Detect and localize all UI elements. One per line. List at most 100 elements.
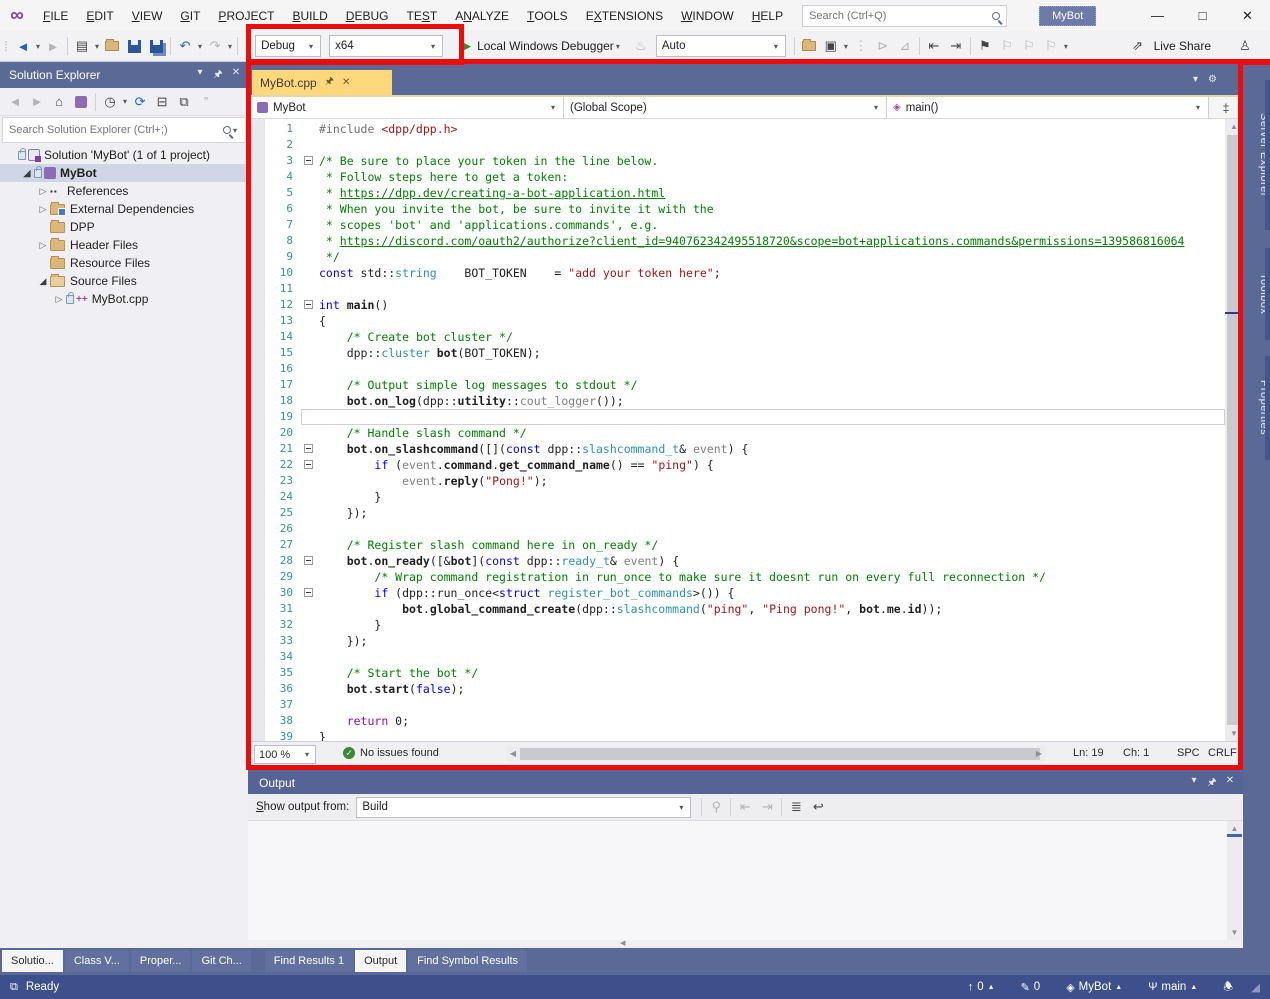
- navigate-back-dropdown[interactable]: ▾: [36, 42, 40, 51]
- tree-item-references[interactable]: ▷▪▪References: [0, 182, 248, 200]
- menu-file[interactable]: FILE: [34, 0, 77, 31]
- tree-item-resource-files[interactable]: Resource Files: [0, 254, 248, 272]
- se-home-icon[interactable]: ⌂: [48, 91, 70, 113]
- expand-arrow-icon[interactable]: ▷: [36, 204, 50, 215]
- quick-search-input[interactable]: [809, 10, 992, 22]
- tree-item-source-files[interactable]: ◢Source Files: [0, 272, 248, 290]
- solution-home-icon[interactable]: ▣: [820, 35, 842, 57]
- output-titlebar[interactable]: Output ▾ 🖈 ✕: [248, 772, 1243, 794]
- tool-tab-find-symbol-results[interactable]: Find Symbol Results: [408, 950, 527, 972]
- menu-test[interactable]: TEST: [397, 0, 446, 31]
- tool-tab-proper-[interactable]: Proper...: [131, 950, 191, 972]
- tree-item-header-files[interactable]: ▷Header Files: [0, 236, 248, 254]
- pin-icon[interactable]: 🖈: [1203, 775, 1221, 792]
- bookmark-dropdown[interactable]: ▾: [1064, 42, 1068, 51]
- solution-explorer-search-input[interactable]: [9, 124, 223, 136]
- maximize-button[interactable]: □: [1180, 0, 1225, 31]
- auto-combo[interactable]: Auto▾: [656, 35, 786, 57]
- previous-bookmark-icon[interactable]: ⚐: [996, 35, 1018, 57]
- repository-button[interactable]: ◈ MyBot ▲: [1066, 981, 1122, 994]
- close-icon[interactable]: ✕: [1221, 775, 1239, 792]
- scroll-left-icon[interactable]: ◀: [620, 940, 625, 948]
- type-scope-combo[interactable]: (Global Scope)▾: [564, 97, 887, 118]
- menu-help[interactable]: HELP: [743, 0, 792, 31]
- open-file-icon[interactable]: [101, 35, 123, 57]
- output-source-combo[interactable]: Build▾: [356, 797, 691, 818]
- pending-edits-button[interactable]: ✎ 0: [1021, 981, 1041, 994]
- output-horizontal-scrollbar[interactable]: ◀: [248, 940, 1243, 948]
- configuration-combo[interactable]: Debug▾: [255, 35, 321, 57]
- tree-item-mybot-cpp[interactable]: ▷++MyBot.cpp: [0, 290, 248, 308]
- editor-settings-gear-icon[interactable]: ⚙: [1208, 74, 1217, 85]
- comment-link[interactable]: https://discord.com/oauth2/authorize?cli…: [340, 234, 1185, 248]
- find-message-icon[interactable]: ⚲: [705, 796, 727, 818]
- menu-edit[interactable]: EDIT: [77, 0, 122, 31]
- tool-tab-class-v-[interactable]: Class V...: [65, 950, 129, 972]
- account-button[interactable]: MyBot: [1039, 6, 1096, 26]
- menu-tools[interactable]: TOOLS: [518, 0, 577, 31]
- indent-decrease-icon[interactable]: ⇤: [923, 35, 945, 57]
- output-content[interactable]: ▲ ▼: [248, 821, 1243, 940]
- project-scope-combo[interactable]: MyBot▾: [251, 97, 564, 118]
- redo-dropdown[interactable]: ▾: [228, 42, 232, 51]
- expand-arrow-icon[interactable]: ▷: [36, 186, 50, 197]
- clear-all-icon[interactable]: ≣: [785, 796, 807, 818]
- se-collapse-all-icon[interactable]: ⊟: [151, 91, 173, 113]
- collapse-arrow-icon[interactable]: ◢: [36, 276, 50, 287]
- eol-indicator[interactable]: CRLF: [1208, 747, 1237, 759]
- clear-bookmarks-icon[interactable]: ⚐: [1040, 35, 1062, 57]
- start-debugging-label[interactable]: Local Windows Debugger: [477, 39, 614, 53]
- panel-options-icon[interactable]: ▾: [191, 67, 209, 84]
- tool-tab-output[interactable]: Output: [355, 950, 406, 972]
- word-wrap-icon[interactable]: ↩: [807, 796, 829, 818]
- member-scope-combo[interactable]: ◈ main()▾: [887, 97, 1209, 118]
- platform-combo[interactable]: x64▾: [329, 35, 443, 57]
- menu-build[interactable]: BUILD: [283, 0, 336, 31]
- quick-search-box[interactable]: [802, 5, 1007, 27]
- tree-item-mybot[interactable]: ◢MyBot: [0, 164, 248, 182]
- live-share-icon[interactable]: ⇗: [1127, 35, 1149, 57]
- code-editor[interactable]: 1#include <dpp/dpp.h>23/* Be sure to pla…: [251, 119, 1243, 741]
- editor-vertical-scrollbar[interactable]: ▲ ▼: [1225, 119, 1243, 741]
- navigate-forward-icon[interactable]: ►: [42, 35, 64, 57]
- minimize-button[interactable]: —: [1135, 0, 1180, 31]
- document-dropdown-icon[interactable]: ▾: [1193, 74, 1198, 85]
- start-debugging-dropdown[interactable]: ▾: [616, 42, 620, 51]
- tree-item-solution-mybot-1-of-1-project-[interactable]: Solution 'MyBot' (1 of 1 project): [0, 146, 248, 164]
- bookmark-icon[interactable]: ⚑: [974, 35, 996, 57]
- live-share-label[interactable]: Live Share: [1154, 39, 1211, 53]
- previous-message-icon[interactable]: ⇤: [734, 796, 756, 818]
- panel-options-icon[interactable]: ▾: [1185, 775, 1203, 792]
- issues-indicator[interactable]: ✓ No issues found: [343, 747, 439, 759]
- background-tasks-icon[interactable]: ⧉: [10, 981, 18, 994]
- redo-icon[interactable]: ↷: [204, 35, 226, 57]
- fold-collapse-icon[interactable]: [301, 585, 319, 601]
- close-icon[interactable]: ✕: [227, 67, 245, 84]
- push-commits-button[interactable]: ↑ 0 ▲: [968, 981, 995, 993]
- scroll-right-icon[interactable]: ▶: [1032, 746, 1046, 762]
- tool-tab-find-results-1[interactable]: Find Results 1: [265, 950, 353, 972]
- document-tab[interactable]: MyBot.cpp 🖈 ✕: [252, 70, 392, 95]
- tab-pin-icon[interactable]: 🖈: [325, 74, 334, 91]
- profiler-icon[interactable]: ⊿: [894, 35, 916, 57]
- indent-increase-icon[interactable]: ⇥: [945, 35, 967, 57]
- undo-icon[interactable]: ↶: [174, 35, 196, 57]
- scroll-down-icon[interactable]: ▼: [1225, 726, 1243, 741]
- se-forward-icon[interactable]: ►: [26, 91, 48, 113]
- collapse-arrow-icon[interactable]: ◢: [20, 168, 34, 179]
- side-tab-server-explorer[interactable]: Server Explorer: [1248, 80, 1270, 230]
- scroll-left-icon[interactable]: ◀: [506, 746, 520, 762]
- se-show-all-files-icon[interactable]: ⧉: [173, 91, 195, 113]
- vertical-scrollbar-thumb[interactable]: [1227, 135, 1241, 725]
- new-project-icon[interactable]: ▤: [71, 35, 93, 57]
- expand-arrow-icon[interactable]: ▷: [36, 240, 50, 251]
- menu-analyze[interactable]: ANALYZE: [446, 0, 518, 31]
- split-window-button[interactable]: ‡: [1209, 97, 1243, 118]
- space-mode-indicator[interactable]: SPC: [1177, 747, 1200, 759]
- close-button[interactable]: ✕: [1225, 0, 1270, 31]
- menu-debug[interactable]: DEBUG: [337, 0, 398, 31]
- fold-collapse-icon[interactable]: [301, 441, 319, 457]
- menu-git[interactable]: GIT: [171, 0, 209, 31]
- solution-explorer-search-box[interactable]: ▾: [2, 117, 246, 143]
- editor-horizontal-scrollbar[interactable]: ◀ ▶: [506, 746, 1046, 762]
